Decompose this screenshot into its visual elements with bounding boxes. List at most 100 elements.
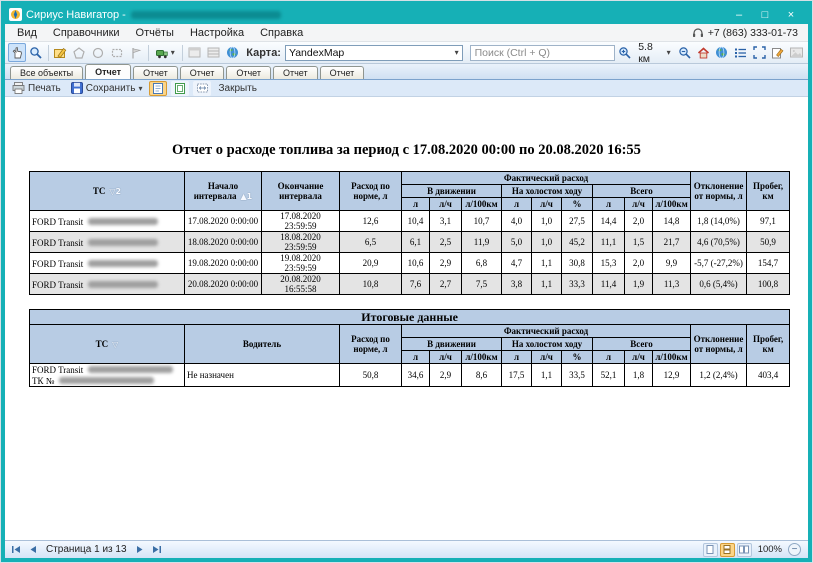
table-cell: 20.08.2020 0:00:00 (185, 274, 262, 295)
fuel-table: ТС▽2Начало интервала▲1Окончание интервал… (29, 171, 790, 295)
polygon-tool-button[interactable] (70, 43, 88, 62)
view-continuous-button[interactable] (720, 543, 735, 557)
column-header[interactable]: Отклонение от нормы, л (691, 325, 747, 364)
column-header[interactable]: Пробег, км (747, 325, 790, 364)
table-cell: 7,6 (402, 274, 430, 295)
close-button[interactable]: × (778, 6, 804, 23)
save-button[interactable]: Сохранить ▾ (68, 81, 146, 96)
table-cell: 50,9 (747, 232, 790, 253)
zoom-actual-size-button[interactable] (149, 81, 167, 96)
home-button[interactable] (694, 43, 712, 62)
previous-page-button[interactable] (25, 543, 40, 557)
table-cell: FORD Transit (30, 253, 185, 274)
print-button[interactable]: Печать (9, 81, 64, 96)
column-header[interactable]: Начало интервала▲1 (185, 172, 262, 211)
table-cell: 20,9 (340, 253, 402, 274)
report-page: Отчет о расходе топлива за период с 17.0… (5, 97, 808, 540)
table-cell: 27,5 (562, 211, 593, 232)
table-cell: 12,6 (340, 211, 402, 232)
redacted-company-name (131, 11, 281, 19)
table-row: FORD Transit17.08.2020 0:00:0017.08.2020… (30, 211, 790, 232)
edit-map-button[interactable] (52, 43, 70, 62)
tab-5[interactable]: Отчет (273, 66, 318, 79)
rows-panel-button[interactable] (205, 43, 223, 62)
tab-3[interactable]: Отчет (180, 66, 225, 79)
table-row: FORD Transit18.08.2020 0:00:0018.08.2020… (30, 232, 790, 253)
table-cell: 1,8 (625, 364, 653, 387)
redacted-text (88, 218, 158, 225)
map-label: Карта: (246, 47, 281, 59)
table-cell: 14,4 (593, 211, 625, 232)
table-cell: 97,1 (747, 211, 790, 232)
zoom-decrease-button[interactable]: − (788, 543, 801, 556)
table-cell: 1,0 (532, 211, 562, 232)
sort-indicator: ▽2 (109, 187, 121, 196)
fuel-subgroup-header: На холостом ходу (502, 185, 593, 198)
objects-panel-button[interactable] (186, 43, 204, 62)
tab-6[interactable]: Отчет (320, 66, 365, 79)
column-header[interactable]: Окончание интервала (262, 172, 340, 211)
menu-view[interactable]: Вид (9, 26, 45, 40)
menu-reports[interactable]: Отчёты (128, 26, 182, 40)
maximize-button[interactable]: □ (752, 6, 778, 23)
flag-tool-button[interactable] (127, 43, 145, 62)
table-cell: 11,4 (593, 274, 625, 295)
fit-page-button[interactable] (171, 81, 189, 96)
screenshot-image-button[interactable] (787, 43, 805, 62)
tab-1-active[interactable]: Отчет (85, 64, 131, 79)
globe-button[interactable] (223, 43, 241, 62)
unit-header: л (593, 198, 625, 211)
tab-0[interactable]: Все объекты (10, 66, 83, 79)
table-cell: 11,1 (593, 232, 625, 253)
fit-width-button[interactable] (193, 81, 211, 96)
notes-edit-button[interactable] (769, 43, 787, 62)
redacted-text (88, 239, 158, 246)
sort-indicator: ▽ (112, 340, 118, 349)
map-scale-select[interactable]: 5.8 км ▾ (634, 43, 674, 62)
circle-tool-button[interactable] (89, 43, 107, 62)
column-header[interactable]: ТС▽ (30, 325, 185, 364)
table-cell: 34,6 (402, 364, 430, 387)
rectangle-tool-button[interactable] (108, 43, 126, 62)
menu-directories[interactable]: Справочники (45, 26, 128, 40)
vehicle-tracking-button[interactable]: ▾ (152, 43, 179, 62)
floppy-disk-icon (71, 82, 83, 94)
column-header[interactable]: Отклонение от нормы, л (691, 172, 747, 211)
zoom-out-button[interactable] (676, 43, 694, 62)
column-header[interactable]: Расход по норме, л (340, 172, 402, 211)
column-header[interactable]: Водитель (185, 325, 340, 364)
column-header[interactable]: Расход по норме, л (340, 325, 402, 364)
column-header[interactable]: Пробег, км (747, 172, 790, 211)
world-map-button[interactable] (713, 43, 731, 62)
unit-header: л (402, 198, 430, 211)
zoom-tool-button[interactable] (27, 43, 45, 62)
unit-header: л/ч (430, 351, 462, 364)
tab-2[interactable]: Отчет (133, 66, 178, 79)
window-title: Сириус Навигатор - (26, 9, 126, 21)
tab-4[interactable]: Отчет (226, 66, 271, 79)
table-cell: 19.08.2020 0:00:00 (185, 253, 262, 274)
table-cell: 52,1 (593, 364, 625, 387)
menu-help[interactable]: Справка (252, 26, 311, 40)
next-page-button[interactable] (133, 543, 148, 557)
legend-list-button[interactable] (732, 43, 750, 62)
table-cell: 17.08.2020 23:59:59 (262, 211, 340, 232)
zoom-in-button[interactable] (616, 43, 634, 62)
pan-tool-button[interactable] (8, 43, 26, 62)
minimize-button[interactable]: – (726, 6, 752, 23)
selection-frame-button[interactable] (750, 43, 768, 62)
last-page-button[interactable] (150, 543, 165, 557)
unit-header: л/100км (462, 198, 502, 211)
view-facing-pages-button[interactable] (737, 543, 752, 557)
menu-settings[interactable]: Настройка (182, 26, 252, 40)
map-provider-select[interactable]: YandexMap ▾ (285, 45, 463, 61)
report-toolbar: Печать Сохранить ▾ Закрыть (5, 80, 808, 97)
table-cell: 1,0 (532, 232, 562, 253)
search-input[interactable] (470, 45, 615, 61)
column-header[interactable]: ТС▽2 (30, 172, 185, 211)
fuel-group-header: Фактический расход (402, 172, 691, 185)
view-single-page-button[interactable] (703, 543, 718, 557)
close-report-button[interactable]: Закрыть (215, 81, 260, 96)
printer-icon (12, 82, 25, 94)
first-page-button[interactable] (8, 543, 23, 557)
